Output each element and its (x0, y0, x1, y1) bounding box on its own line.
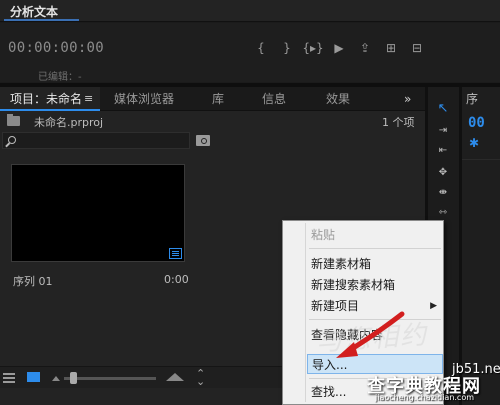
new-search-bin-icon[interactable] (196, 135, 210, 146)
search-icon (8, 136, 16, 144)
source-monitor: 00:00:00:00 已编辑：- { } {▸} ▶ ⇪ ⊞ ⊟ (0, 23, 500, 83)
menu-item-new-search-bin[interactable]: 新建搜索素材箱 (307, 275, 443, 295)
panel-menu-icon[interactable]: ≡ (84, 87, 93, 111)
tab-project[interactable]: 项目：未命名 ≡ (0, 87, 100, 111)
project-file-name: 未命名.prproj (34, 116, 104, 129)
folder-icon (7, 114, 20, 126)
menu-item-new-bin[interactable]: 新建素材箱 (307, 254, 443, 274)
item-count: 1 个项 (382, 116, 415, 129)
rate-stretch-tool-icon[interactable]: ⇼ (435, 185, 451, 199)
zoom-out-icon[interactable] (52, 376, 60, 381)
transport-controls: { } {▸} ▶ ⇪ ⊞ ⊟ (248, 37, 430, 59)
menu-gutter (305, 223, 306, 402)
project-path-bar: 未命名.prproj 1 个项 (0, 111, 425, 131)
icon-view-icon[interactable] (27, 372, 40, 382)
track-select-tool-icon[interactable]: ⇥ (435, 123, 451, 137)
site-url-watermark: jiaocheng.chazidian.com (375, 393, 475, 402)
search-row (0, 131, 425, 151)
zoom-slider-handle[interactable] (70, 372, 77, 384)
source-timecode[interactable]: 00:00:00:00 (8, 40, 104, 56)
ripple-edit-tool-icon[interactable]: ⇤ (435, 143, 451, 157)
tab-libraries[interactable]: 库 (212, 87, 224, 111)
tab-project-label: 项目：未命名 (10, 92, 83, 106)
tab-media-browser[interactable]: 媒体浏览器 (114, 87, 174, 111)
overwrite-icon[interactable]: ⊞ (378, 37, 404, 59)
search-input[interactable] (2, 132, 190, 149)
sequence-duration: 0:00 (164, 273, 189, 286)
sequence-badge-icon (169, 248, 182, 259)
mark-in-icon[interactable]: { (248, 37, 274, 59)
menu-separator (309, 248, 441, 249)
sequence-name[interactable]: 序列 01 (13, 273, 53, 289)
timeline-panel: 序 00 ✱ (459, 87, 500, 405)
tab-effects[interactable]: 效果 (326, 87, 350, 111)
zoom-slider[interactable] (64, 377, 156, 380)
export-frame-icon[interactable]: ⊟ (404, 37, 430, 59)
active-tab-underline (4, 19, 79, 21)
submenu-arrow-icon: ▶ (430, 301, 437, 311)
tab-info[interactable]: 信息 (262, 87, 286, 111)
zoom-in-icon[interactable] (166, 373, 184, 381)
selection-tool-icon[interactable]: ↖ (435, 101, 451, 116)
menu-item-paste[interactable]: 粘贴 (307, 225, 443, 245)
source-monitor-title[interactable]: 分析文本 (10, 3, 58, 20)
more-tabs-icon[interactable]: » (404, 87, 411, 111)
snap-icon[interactable]: ✱ (469, 136, 479, 150)
red-arrow-icon (336, 311, 405, 358)
sequence-thumbnail[interactable] (11, 164, 185, 262)
sort-icon[interactable]: ⌃ ⌄ (196, 368, 205, 387)
list-view-icon[interactable] (3, 373, 15, 383)
razor-tool-icon[interactable]: ⇿ (435, 205, 451, 219)
play-icon[interactable]: ▶ (326, 37, 352, 59)
insert-icon[interactable]: ⇪ (352, 37, 378, 59)
rolling-edit-tool-icon[interactable]: ✥ (435, 165, 451, 179)
source-monitor-header: 分析文本 (0, 0, 500, 22)
go-to-in-icon[interactable]: {▸} (300, 37, 326, 59)
timeline-tab[interactable]: 序 (466, 90, 478, 107)
edited-status: 已编辑：- (38, 72, 82, 83)
project-tabs: 项目：未命名 ≡ 媒体浏览器 库 信息 效果 » (0, 87, 425, 111)
mark-out-icon[interactable]: } (274, 37, 300, 59)
timeline-timecode[interactable]: 00 (468, 115, 485, 131)
